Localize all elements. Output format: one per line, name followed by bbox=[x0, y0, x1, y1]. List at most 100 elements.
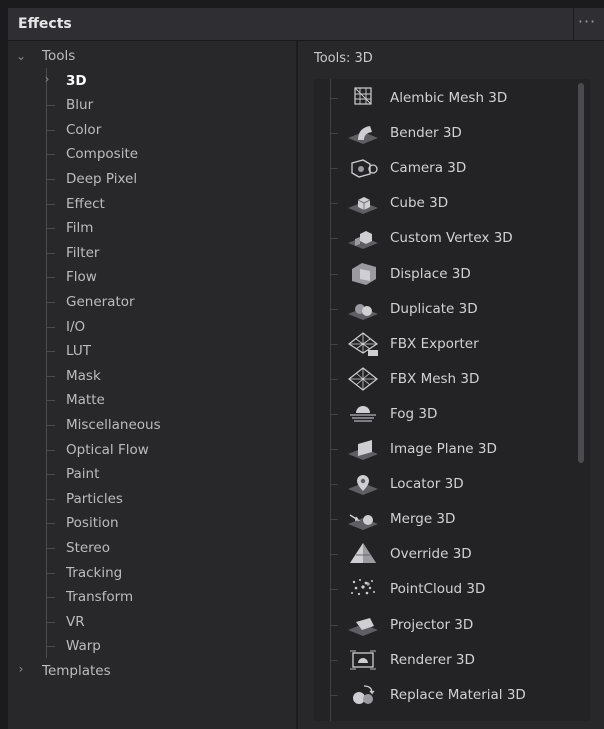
list-branch-line bbox=[330, 694, 338, 696]
tool-item-merge-3d[interactable]: Merge 3D bbox=[314, 502, 574, 537]
effects-panel: Effects ··· ⌄ Tools › 3D Blur Color Composite D… bbox=[8, 8, 604, 729]
tool-label: Merge 3D bbox=[390, 511, 456, 528]
tree-item-templates[interactable]: Templates bbox=[42, 660, 111, 682]
tree-item-warp[interactable]: Warp bbox=[66, 635, 101, 657]
tree-item-film[interactable]: Film bbox=[66, 217, 93, 239]
tree-item-optical-flow[interactable]: Optical Flow bbox=[66, 439, 149, 461]
tool-item-renderer-3d[interactable]: Renderer 3D bbox=[314, 643, 574, 678]
tree-branch-line bbox=[47, 597, 55, 599]
tree-item-flow[interactable]: Flow bbox=[66, 266, 97, 288]
tree-item-stereo[interactable]: Stereo bbox=[66, 537, 110, 559]
tool-item-locator-3d[interactable]: Locator 3D bbox=[314, 467, 574, 502]
renderer-icon bbox=[346, 647, 380, 673]
tree-item-generator[interactable]: Generator bbox=[66, 291, 135, 313]
tree-item-vr[interactable]: VR bbox=[66, 611, 85, 633]
tool-item-fog-3d[interactable]: Fog 3D bbox=[314, 397, 574, 432]
tool-label: Image Plane 3D bbox=[390, 441, 497, 457]
tool-label: Custom Vertex 3D bbox=[390, 230, 513, 247]
tree-branch-line bbox=[47, 154, 55, 156]
tree-item-blur[interactable]: Blur bbox=[66, 94, 93, 116]
panel-options-button[interactable]: ··· bbox=[576, 14, 598, 32]
tree-item-lut[interactable]: LUT bbox=[66, 340, 91, 362]
list-branch-line bbox=[330, 484, 338, 486]
tools-list-header: Tools: 3D bbox=[314, 51, 373, 66]
tree-branch-line bbox=[47, 449, 55, 451]
tools-list-pane: Tools: 3D Alembic Mesh 3D Bender 3D Camera… bbox=[298, 41, 604, 729]
tool-item-image-plane-3d[interactable]: Image Plane 3D bbox=[314, 432, 574, 467]
tool-label: Renderer 3D bbox=[390, 651, 475, 668]
tree-branch-line bbox=[47, 129, 55, 131]
scrollbar[interactable] bbox=[578, 83, 584, 717]
camera-icon bbox=[346, 155, 380, 181]
tree-item-particles[interactable]: Particles bbox=[66, 488, 123, 510]
tree-branch-line bbox=[47, 572, 55, 574]
collapse-chevron-icon[interactable]: › bbox=[40, 72, 54, 86]
tree-branch-line bbox=[47, 646, 55, 648]
tool-label: FBX Exporter bbox=[390, 335, 479, 352]
tool-item-duplicate-3d[interactable]: Duplicate 3D bbox=[314, 292, 574, 327]
tree-item-composite[interactable]: Composite bbox=[66, 143, 138, 165]
tool-item-displace-3d[interactable]: Displace 3D bbox=[314, 257, 574, 292]
category-tree: ⌄ Tools › 3D Blur Color Composite Deep Pixel Eff… bbox=[8, 41, 296, 729]
tool-item-fbx-mesh-3d[interactable]: FBX Mesh 3D bbox=[314, 362, 574, 397]
tree-branch-line bbox=[47, 523, 55, 525]
tool-item-fbx-exporter[interactable]: FBX Exporter bbox=[314, 327, 574, 362]
tree-branch-line bbox=[47, 326, 55, 328]
tool-label: Fog 3D bbox=[390, 405, 438, 422]
tree-branch-line bbox=[47, 252, 55, 254]
tool-label: PointCloud 3D bbox=[390, 581, 486, 598]
tree-branch-line bbox=[47, 621, 55, 623]
tree-item-3d[interactable]: 3D bbox=[66, 70, 87, 92]
tree-branch-line bbox=[47, 277, 55, 279]
tool-item-alembic-mesh-3d[interactable]: Alembic Mesh 3D bbox=[314, 81, 574, 116]
tree-item-miscellaneous[interactable]: Miscellaneous bbox=[66, 414, 161, 436]
tree-item-filter[interactable]: Filter bbox=[66, 242, 99, 264]
list-branch-line bbox=[330, 343, 338, 345]
tree-branch-line bbox=[47, 375, 55, 377]
tree-branch-line bbox=[47, 228, 55, 230]
tree-item-tools[interactable]: Tools bbox=[42, 45, 75, 67]
projector-icon bbox=[346, 612, 380, 638]
tool-item-projector-3d[interactable]: Projector 3D bbox=[314, 608, 574, 643]
tool-item-override-3d[interactable]: Override 3D bbox=[314, 537, 574, 572]
tool-item-pointcloud-3d[interactable]: PointCloud 3D bbox=[314, 572, 574, 607]
duplicate-icon bbox=[346, 296, 380, 322]
image-plane-icon bbox=[346, 436, 380, 462]
fbx-exporter-icon bbox=[346, 331, 380, 357]
pointcloud-icon bbox=[346, 576, 380, 602]
fbx-mesh-icon bbox=[346, 366, 380, 392]
tool-item-camera-3d[interactable]: Camera 3D bbox=[314, 151, 574, 186]
tool-label: Replace Material 3D bbox=[390, 686, 526, 703]
tree-item-color[interactable]: Color bbox=[66, 119, 101, 141]
tree-item-deep-pixel[interactable]: Deep Pixel bbox=[66, 168, 137, 190]
tree-item-position[interactable]: Position bbox=[66, 512, 119, 534]
tool-label: Override 3D bbox=[390, 546, 472, 563]
list-branch-line bbox=[330, 203, 338, 205]
list-branch-line bbox=[330, 519, 338, 521]
tree-guide-line bbox=[46, 68, 47, 659]
displace-icon bbox=[346, 261, 380, 287]
tool-item-custom-vertex-3d[interactable]: Custom Vertex 3D bbox=[314, 221, 574, 256]
tree-item-paint[interactable]: Paint bbox=[66, 463, 99, 485]
tree-item-i-o[interactable]: I/O bbox=[66, 316, 85, 338]
tool-item-replace-material-3d[interactable]: Replace Material 3D bbox=[314, 678, 574, 713]
list-branch-line bbox=[330, 659, 338, 661]
list-branch-line bbox=[330, 238, 338, 240]
tree-branch-line bbox=[47, 425, 55, 426]
tool-item-bender-3d[interactable]: Bender 3D bbox=[314, 116, 574, 151]
tree-item-transform[interactable]: Transform bbox=[66, 586, 133, 608]
list-branch-line bbox=[330, 378, 338, 380]
merge-icon bbox=[346, 506, 380, 532]
tree-branch-line bbox=[47, 498, 55, 500]
scrollbar-thumb[interactable] bbox=[578, 83, 584, 463]
tool-label: Bender 3D bbox=[390, 125, 462, 142]
tool-label: Camera 3D bbox=[390, 160, 467, 177]
expand-chevron-icon[interactable]: › bbox=[14, 662, 28, 676]
tree-item-mask[interactable]: Mask bbox=[66, 365, 101, 387]
tool-item-cube-3d[interactable]: Cube 3D bbox=[314, 186, 574, 221]
tree-item-matte[interactable]: Matte bbox=[66, 389, 105, 411]
tree-item-tracking[interactable]: Tracking bbox=[66, 562, 122, 584]
list-branch-line bbox=[330, 308, 338, 310]
expand-chevron-icon[interactable]: ⌄ bbox=[14, 49, 28, 63]
tree-item-effect[interactable]: Effect bbox=[66, 193, 105, 215]
